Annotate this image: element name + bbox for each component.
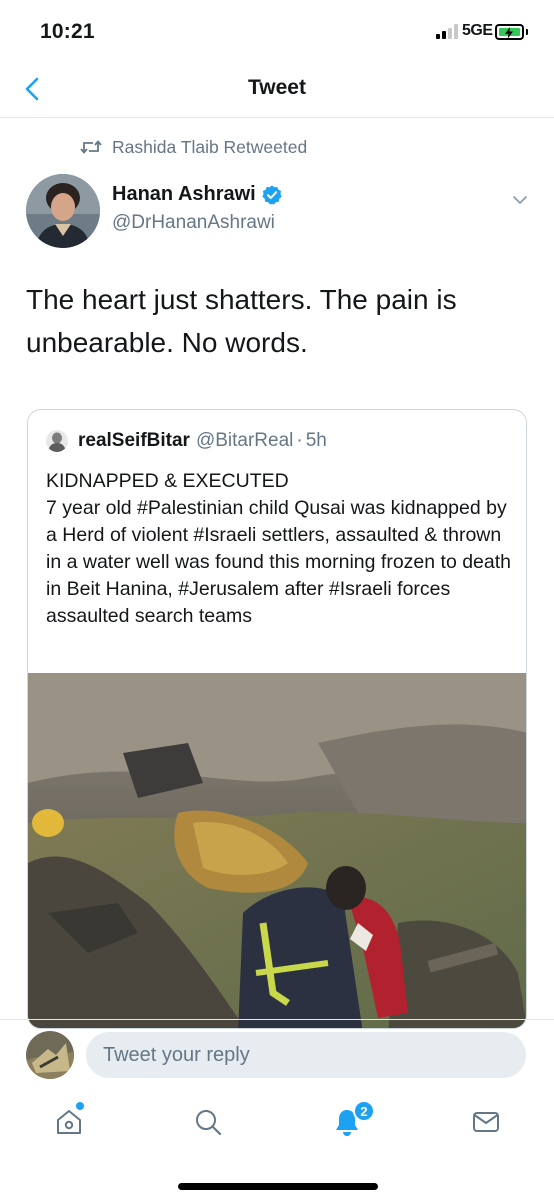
signal-icon <box>436 24 460 39</box>
home-indicator <box>178 1183 378 1190</box>
quoted-tweet-card[interactable]: realSeifBitar @BitarReal · 5h KIDNAPPED … <box>27 409 527 1029</box>
author-name[interactable]: Hanan Ashrawi <box>112 183 282 206</box>
quoted-tweet-text: KIDNAPPED & EXECUTED 7 year old #Palesti… <box>46 468 516 630</box>
tab-search[interactable] <box>185 1102 231 1142</box>
page-title: Tweet <box>248 76 306 99</box>
quoted-time: 5h <box>305 430 327 451</box>
home-unread-dot <box>76 1102 84 1110</box>
battery-icon <box>495 24 524 40</box>
tweet-options-button[interactable] <box>508 188 532 212</box>
notifications-badge: 2 <box>353 1100 375 1122</box>
home-icon <box>57 1110 81 1134</box>
author-handle: @DrHananAshrawi <box>112 212 275 233</box>
search-icon <box>196 1110 222 1136</box>
quoted-tweet-header: realSeifBitar @BitarReal · 5h <box>46 430 327 452</box>
battery-cap <box>526 29 528 35</box>
quoted-separator: · <box>296 430 303 451</box>
quoted-tweet-media[interactable] <box>28 673 526 1028</box>
quoted-headline: KIDNAPPED & EXECUTED <box>46 470 289 492</box>
network-type: 5GE <box>462 22 493 39</box>
author-name-label: Hanan Ashrawi <box>112 183 256 205</box>
status-time: 10:21 <box>40 20 95 43</box>
nav-bar: Tweet <box>0 66 554 118</box>
tab-messages[interactable] <box>463 1102 509 1142</box>
author-avatar[interactable] <box>26 174 100 248</box>
status-bar: 10:21 5GE <box>0 0 554 66</box>
verified-badge-icon <box>262 185 282 204</box>
tab-home[interactable] <box>46 1102 92 1142</box>
quoted-body: 7 year old #Palestinian child Qusai was … <box>46 497 512 627</box>
quoted-author-name: realSeifBitar <box>78 430 190 451</box>
reply-bar <box>0 1019 554 1091</box>
my-avatar[interactable] <box>26 1031 74 1079</box>
retweet-context[interactable]: Rashida Tlaib Retweeted <box>80 136 307 158</box>
messages-icon <box>473 1112 499 1132</box>
reply-input[interactable] <box>86 1032 526 1078</box>
chevron-down-icon <box>513 196 527 204</box>
retweet-icon <box>80 140 102 154</box>
quoted-author-avatar <box>46 430 68 452</box>
quoted-author-handle: @BitarReal <box>195 430 294 451</box>
tweet-text: The heart just shatters. The pain is unb… <box>26 284 457 358</box>
retweet-context-label: Rashida Tlaib Retweeted <box>112 136 308 157</box>
media-image <box>28 673 526 1028</box>
